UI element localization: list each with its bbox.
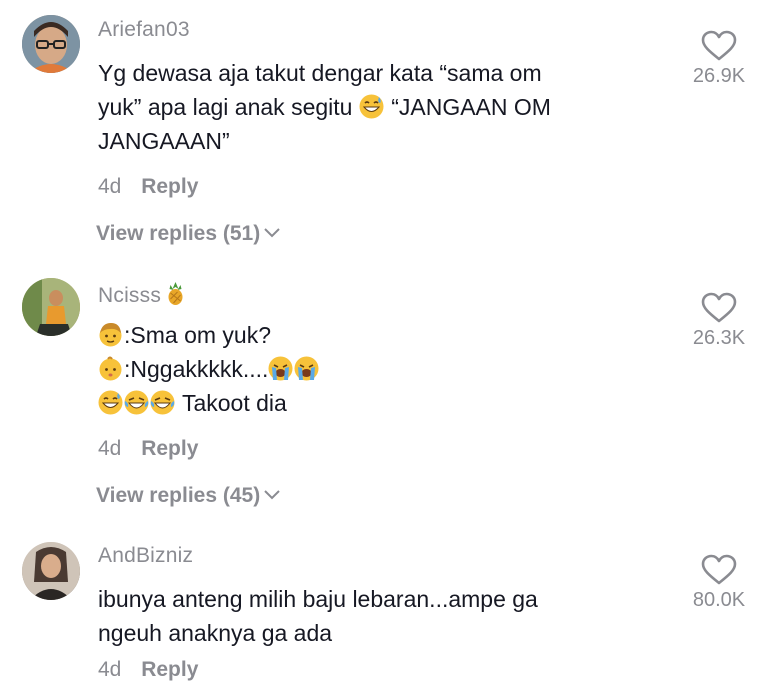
view-replies-button[interactable]: View replies (51) xyxy=(96,220,280,246)
comment-text-line: JANGAAAN” xyxy=(98,128,230,154)
pineapple-emoji xyxy=(163,281,183,306)
view-replies-button[interactable]: View replies (45) xyxy=(96,482,280,508)
boy-emoji xyxy=(98,322,123,347)
like-button[interactable]: 80.0K xyxy=(684,554,754,612)
grinning-sweat-emoji xyxy=(98,390,123,415)
username[interactable]: AndBizniz xyxy=(98,544,193,568)
comment-text-line: Takoot dia xyxy=(176,390,287,416)
avatar[interactable] xyxy=(22,542,80,600)
reply-button[interactable]: Reply xyxy=(141,175,198,198)
comment-meta: 4d Reply xyxy=(98,437,198,461)
comment-text-line: :Sma om yuk? xyxy=(124,322,271,348)
avatar[interactable] xyxy=(22,278,80,336)
like-count: 80.0K xyxy=(692,589,746,611)
view-replies-label: View replies (51) xyxy=(96,222,261,245)
comment-text-line: yuk” apa lagi anak segitu xyxy=(98,94,359,120)
comment-meta: 4d Reply xyxy=(98,658,198,682)
comment-date: 4d xyxy=(98,175,122,198)
heart-icon xyxy=(701,554,737,586)
comment-text: Yg dewasa aja takut dengar kata “sama om… xyxy=(98,56,668,158)
heart-icon xyxy=(701,30,737,62)
username[interactable]: Ncisss xyxy=(98,281,184,308)
reply-button[interactable]: Reply xyxy=(141,437,198,460)
chevron-down-icon xyxy=(264,482,280,506)
comment-text: ibunya anteng milih baju lebaran...ampe … xyxy=(98,582,668,650)
like-count: 26.9K xyxy=(692,65,746,87)
comment-date: 4d xyxy=(98,658,122,681)
comment-text-line: :Nggakkkkk.... xyxy=(124,356,269,382)
comment-text-line: Yg dewasa aja takut dengar kata “sama om xyxy=(98,60,542,86)
comment-text-line: ibunya anteng milih baju lebaran...ampe … xyxy=(98,586,538,612)
like-button[interactable]: 26.3K xyxy=(684,292,754,350)
like-count: 26.3K xyxy=(692,327,746,349)
comment-date: 4d xyxy=(98,437,122,460)
baby-emoji xyxy=(98,356,123,381)
crying-emoji xyxy=(294,356,319,381)
like-button[interactable]: 26.9K xyxy=(684,30,754,88)
avatar[interactable] xyxy=(22,15,80,73)
username-text: Ncisss xyxy=(98,284,162,307)
comment-meta: 4d Reply xyxy=(98,175,198,199)
comment-text-line: ngeuh anaknya ga ada xyxy=(98,620,333,646)
grinning-sweat-emoji xyxy=(359,94,384,119)
view-replies-label: View replies (45) xyxy=(96,484,261,507)
heart-icon xyxy=(701,292,737,324)
tears-of-joy-emoji xyxy=(124,390,149,415)
reply-button[interactable]: Reply xyxy=(141,658,198,681)
crying-emoji xyxy=(268,356,293,381)
comment-text: :Sma om yuk? :Nggakkkkk.... Takoot dia xyxy=(98,318,668,420)
username[interactable]: Ariefan03 xyxy=(98,18,190,42)
tears-of-joy-emoji xyxy=(150,390,175,415)
chevron-down-icon xyxy=(264,220,280,244)
comment-text-line: “JANGAAN OM xyxy=(384,94,551,120)
